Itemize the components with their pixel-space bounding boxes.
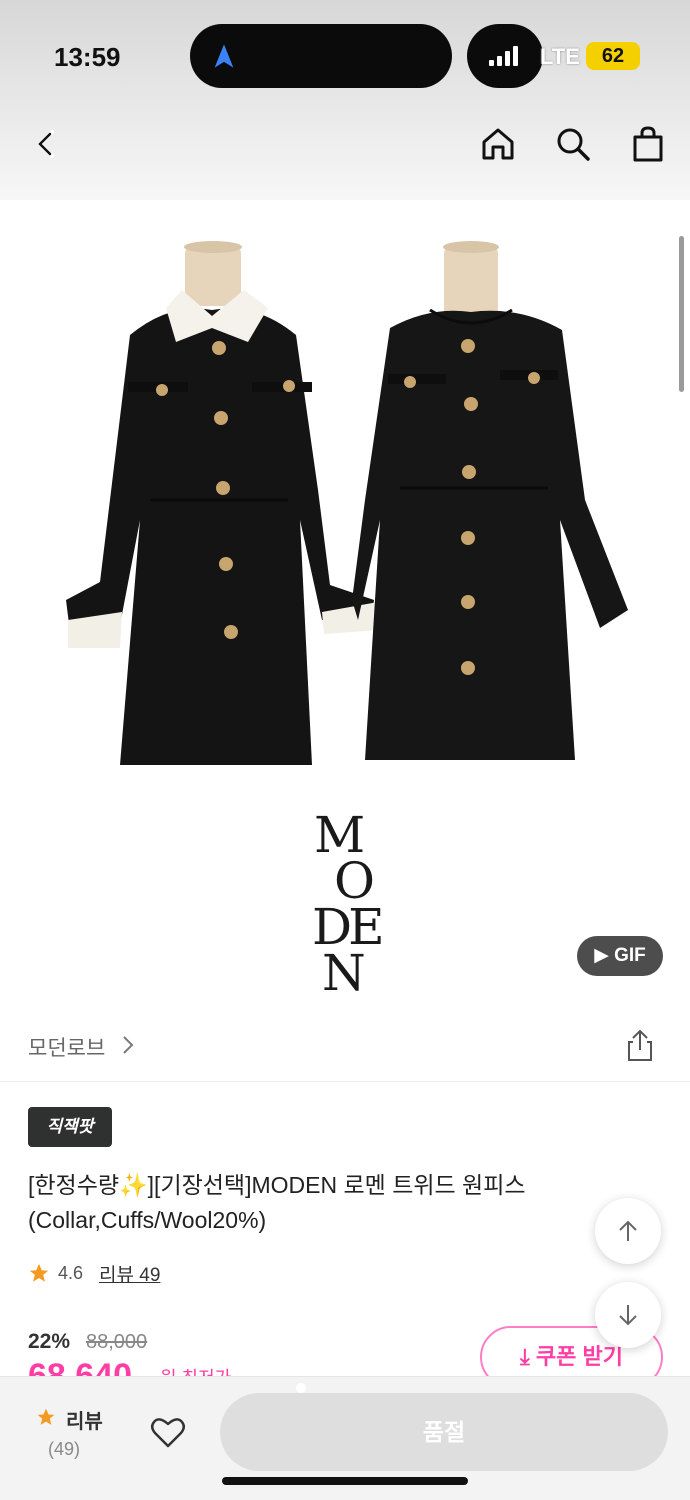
product-title: [한정수량✨][기장선택]MODEN 로멘 트위드 원피스 (Collar,Cu… bbox=[28, 1172, 526, 1233]
rating-score: 4.6 bbox=[58, 1262, 84, 1283]
brand-link[interactable]: 모던로브 bbox=[28, 1032, 105, 1062]
home-icon[interactable] bbox=[478, 124, 518, 164]
network-type: LTE bbox=[540, 44, 580, 69]
shopping-bag-icon[interactable] bbox=[628, 124, 668, 164]
rating-row: 4.6 리뷰 49 bbox=[28, 1259, 160, 1287]
jackpot-badge: 직잭팟 bbox=[28, 1107, 112, 1147]
signal-bars-icon bbox=[489, 46, 518, 66]
heart-icon[interactable] bbox=[150, 1415, 186, 1449]
scroll-down-button[interactable] bbox=[595, 1282, 661, 1348]
dynamic-island bbox=[190, 24, 452, 88]
share-icon[interactable] bbox=[622, 1028, 658, 1064]
sold-out-button[interactable]: 품절 bbox=[220, 1393, 668, 1471]
discount-rate: 22% bbox=[28, 1330, 71, 1353]
sale-price: 68,640 bbox=[28, 1358, 132, 1378]
search-icon[interactable] bbox=[553, 124, 593, 164]
scroll-up-button[interactable] bbox=[595, 1198, 661, 1264]
dress-without-collar bbox=[352, 241, 628, 760]
star-icon bbox=[29, 1263, 49, 1282]
bottom-action-bar: 리뷰 (49) 품절 bbox=[0, 1376, 690, 1500]
original-price: 88,000 bbox=[86, 1331, 148, 1353]
home-indicator bbox=[222, 1477, 468, 1485]
product-image[interactable]: M O DE N ▶ GIF bbox=[0, 200, 690, 1000]
review-count: (49) bbox=[48, 1439, 81, 1459]
dress-with-collar bbox=[66, 241, 380, 765]
arrow-up-icon bbox=[619, 1220, 637, 1241]
brand-row: 모던로브 bbox=[0, 1000, 690, 1082]
gif-button[interactable]: ▶ GIF bbox=[577, 936, 663, 976]
star-icon bbox=[37, 1408, 55, 1425]
back-icon[interactable] bbox=[28, 124, 68, 164]
chevron-right-icon[interactable] bbox=[120, 1034, 136, 1056]
brand-logo: M O DE N bbox=[312, 806, 385, 1002]
dynamic-island-secondary bbox=[467, 24, 543, 88]
top-nav-bar bbox=[0, 110, 690, 200]
status-time: 13:59 bbox=[54, 42, 121, 72]
status-bar: 13:59 LTE 62 bbox=[0, 0, 690, 110]
dress-illustration bbox=[66, 241, 628, 765]
review-count-link[interactable]: 리뷰 49 bbox=[99, 1260, 160, 1287]
location-arrow-icon bbox=[214, 44, 234, 68]
review-button[interactable]: 리뷰 bbox=[66, 1405, 103, 1434]
page-indicator-dot bbox=[296, 1383, 306, 1393]
battery-indicator: 62 bbox=[586, 42, 640, 70]
arrow-down-icon bbox=[619, 1305, 637, 1326]
